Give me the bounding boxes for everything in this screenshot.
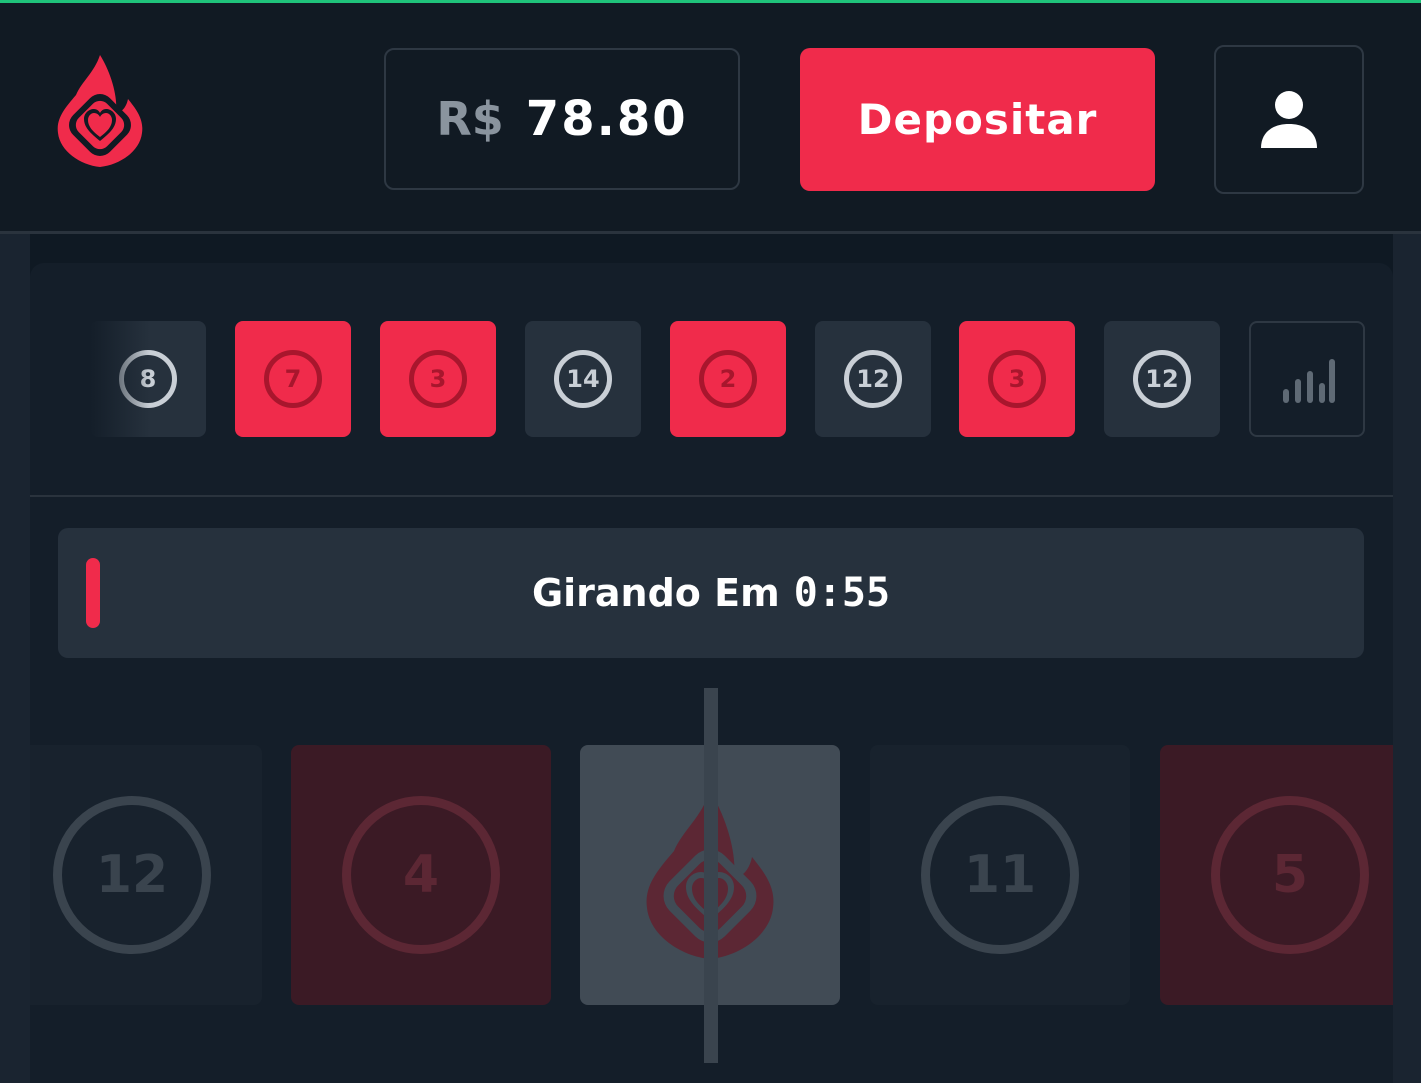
balance-amount: 78.80 — [525, 91, 688, 147]
header-divider — [0, 231, 1421, 234]
history-tile: 12 — [1104, 321, 1220, 437]
timer-label: Girando Em — [531, 571, 780, 615]
user-icon — [1261, 90, 1317, 148]
panel-side-right — [1393, 234, 1421, 1083]
balance-currency: R$ — [436, 92, 504, 146]
wheel-tile: 12 — [30, 745, 262, 1005]
flame-heart-logo[interactable] — [50, 51, 150, 171]
history-tile: 12 — [815, 321, 931, 437]
deposit-button[interactable]: Depositar — [800, 48, 1155, 191]
history-number: 12 — [1133, 350, 1191, 408]
history-tile: 3 — [959, 321, 1075, 437]
history-strip: 8 7 3 14 2 12 3 12 — [90, 321, 1365, 437]
history-tile: 2 — [670, 321, 786, 437]
history-number: 2 — [699, 350, 757, 408]
history-number: 12 — [844, 350, 902, 408]
history-number: 14 — [554, 350, 612, 408]
spin-timer: Girando Em 0:55 — [58, 528, 1364, 658]
wheel-number: 5 — [1211, 796, 1369, 954]
wheel-number: 11 — [921, 796, 1079, 954]
wheel-number: 12 — [53, 796, 211, 954]
timer-countdown: 0:55 — [793, 570, 891, 616]
wheel-number: 4 — [342, 796, 500, 954]
balance-display: R$ 78.80 — [384, 48, 740, 190]
history-number: 7 — [264, 350, 322, 408]
section-divider — [30, 495, 1393, 497]
timer-text: Girando Em 0:55 — [58, 528, 1364, 658]
history-number: 8 — [119, 350, 177, 408]
wheel-tile: 11 — [870, 745, 1130, 1005]
history-number: 3 — [409, 350, 467, 408]
wheel-tile: 5 — [1160, 745, 1393, 1005]
panel-side-left — [0, 234, 30, 1083]
profile-button[interactable] — [1214, 45, 1364, 194]
header: R$ 78.80 Depositar — [0, 3, 1421, 231]
bar-chart-icon — [1283, 359, 1335, 403]
wheel-pointer — [704, 688, 718, 1063]
history-number: 3 — [988, 350, 1046, 408]
stats-button[interactable] — [1249, 321, 1365, 437]
history-tile: 3 — [380, 321, 496, 437]
history-tile: 7 — [235, 321, 351, 437]
history-tile: 14 — [525, 321, 641, 437]
wheel-tile: 4 — [291, 745, 551, 1005]
history-tile: 8 — [90, 321, 206, 437]
